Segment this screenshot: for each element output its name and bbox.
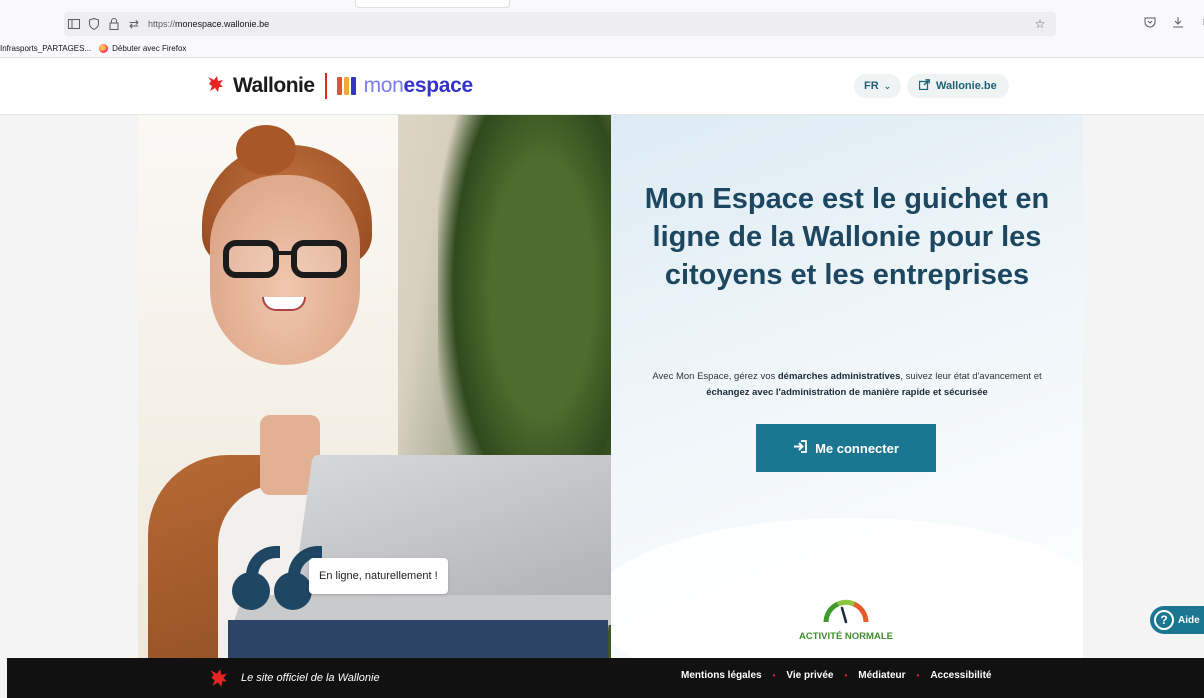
footer-link-legal[interactable]: Mentions légales <box>681 670 762 681</box>
site-footer: Le site officiel de la Wallonie Mentions… <box>7 658 1204 698</box>
url-text[interactable]: https://monespace.wallonie.be <box>148 19 269 29</box>
menu-icon[interactable]: ≡ <box>1198 14 1204 30</box>
footer-links: Mentions légales • Vie privée • Médiateu… <box>681 670 991 681</box>
site-logo[interactable]: Wallonie monespace <box>205 73 473 99</box>
hero-panel: Mon Espace est le guichet en ligne de la… <box>611 115 1083 658</box>
wallonie-be-link[interactable]: Wallonie.be <box>907 74 1009 98</box>
sidebar-toggle-icon[interactable] <box>64 14 84 34</box>
permissions-icon[interactable]: ⇄ <box>124 14 144 34</box>
separator-dot: • <box>916 671 920 680</box>
bookmark-infrasports[interactable]: Infrasports_PARTAGES... <box>0 44 91 53</box>
separator-dot: • <box>844 671 848 680</box>
language-label: FR <box>864 80 879 92</box>
quote-marks-icon <box>232 546 322 610</box>
downloads-icon[interactable] <box>1170 14 1186 30</box>
tab-strip-edge <box>355 0 510 8</box>
separator-dot: • <box>772 671 776 680</box>
footer-link-accessibility[interactable]: Accessibilité <box>930 670 991 681</box>
footer-link-privacy[interactable]: Vie privée <box>786 670 833 681</box>
hero-quote: En ligne, naturellement ! <box>309 558 448 594</box>
monespace-bars-icon <box>336 77 356 95</box>
help-label: Aide <box>1178 614 1200 626</box>
chevron-down-icon: ⌄ <box>883 80 892 91</box>
footer-link-ombudsman[interactable]: Médiateur <box>858 670 905 681</box>
activity-gauge-icon <box>823 599 869 624</box>
rooster-icon <box>207 668 229 694</box>
external-link-icon <box>918 79 930 93</box>
hero-title: Mon Espace est le guichet en ligne de la… <box>644 183 1050 291</box>
bookmark-star-icon[interactable]: ☆ <box>1030 14 1050 34</box>
rooster-icon <box>205 75 225 98</box>
wallonie-be-label: Wallonie.be <box>936 80 997 92</box>
activity-status: ACTIVITÉ NORMALE <box>799 631 893 642</box>
pocket-icon[interactable] <box>1142 14 1158 30</box>
bookmarks-bar: Infrasports_PARTAGES... Débuter avec Fir… <box>0 40 186 56</box>
brand-wallonie: Wallonie <box>233 74 315 97</box>
bookmark-firefox-start[interactable]: Débuter avec Firefox <box>99 43 186 53</box>
sign-in-icon <box>793 440 807 456</box>
language-selector[interactable]: FR ⌄ <box>854 74 902 98</box>
logo-divider <box>324 73 327 99</box>
browser-toolbar: ⇄ https://monespace.wallonie.be ☆ ≡ Infr… <box>0 0 1204 58</box>
address-bar[interactable]: ⇄ https://monespace.wallonie.be ☆ <box>64 12 1056 36</box>
brand-monespace: monespace <box>363 74 474 97</box>
lock-icon[interactable] <box>104 14 124 34</box>
hero-subtitle: Avec Mon Espace, gérez vos démarches adm… <box>652 371 1042 398</box>
login-button-label: Me connecter <box>815 440 899 456</box>
help-button[interactable]: ? Aide <box>1150 606 1204 634</box>
site-header: Wallonie monespace FR ⌄ Wallonie.be <box>0 58 1204 115</box>
login-button[interactable]: Me connecter <box>756 424 936 472</box>
footer-tagline: Le site officiel de la Wallonie <box>241 672 380 684</box>
firefox-icon <box>99 43 109 53</box>
help-icon: ? <box>1154 610 1174 630</box>
tracking-shield-icon[interactable] <box>84 14 104 34</box>
